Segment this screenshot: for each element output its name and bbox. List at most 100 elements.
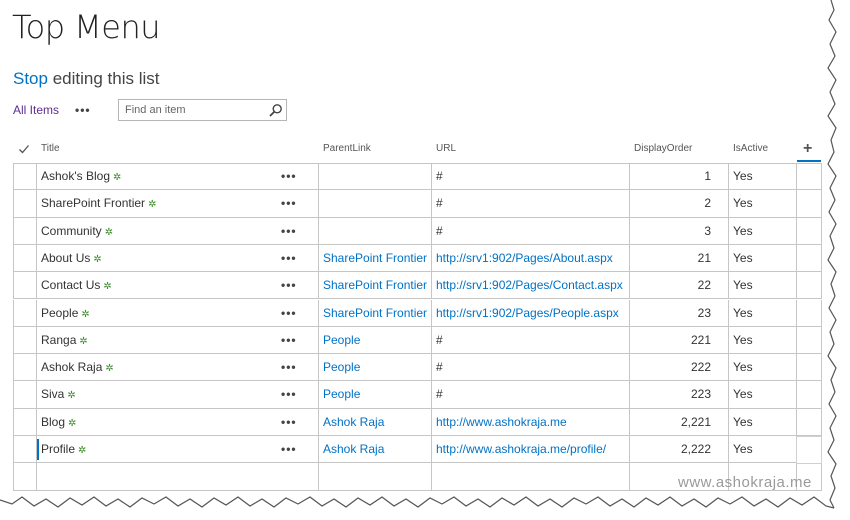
column-header-parent-link[interactable]: ParentLink (323, 137, 371, 163)
add-column-button[interactable]: + (803, 140, 812, 158)
parent-link-value[interactable]: People (323, 360, 360, 374)
search-input[interactable] (119, 100, 264, 120)
column-header-is-active[interactable]: IsActive (733, 137, 768, 163)
row-menu-button[interactable]: ••• (281, 327, 297, 353)
parent-link-cell[interactable]: SharePoint Frontier (319, 272, 432, 300)
view-all-items-link[interactable]: All Items (13, 103, 59, 117)
title-cell[interactable]: Community ✲ ••• (37, 217, 319, 245)
row-select-cell[interactable] (13, 163, 37, 191)
url-cell[interactable] (432, 463, 630, 491)
stop-editing-link[interactable]: Stop (13, 69, 48, 88)
url-value[interactable]: http://srv1:902/Pages/About.aspx (436, 251, 613, 265)
url-cell[interactable]: # (432, 354, 630, 382)
column-header-url[interactable]: URL (436, 137, 456, 163)
column-header-display-order[interactable]: DisplayOrder (634, 137, 692, 163)
row-select-cell[interactable] (13, 463, 37, 491)
url-cell[interactable]: # (432, 217, 630, 245)
parent-link-value[interactable]: Ashok Raja (323, 415, 384, 429)
url-cell[interactable]: # (432, 190, 630, 218)
is-active-cell[interactable]: Yes (729, 299, 797, 327)
parent-link-cell[interactable]: People (319, 381, 432, 409)
is-active-cell[interactable]: Yes (729, 381, 797, 409)
parent-link-cell[interactable]: People (319, 326, 432, 355)
row-menu-button[interactable]: ••• (281, 272, 297, 298)
row-select-cell[interactable] (13, 244, 37, 273)
url-cell[interactable]: # (432, 326, 630, 355)
title-cell[interactable]: Blog ✲ ••• (37, 408, 319, 436)
row-menu-button[interactable]: ••• (281, 300, 297, 326)
display-order-cell[interactable]: 2 (630, 190, 729, 218)
row-menu-button[interactable]: ••• (281, 409, 297, 435)
row-select-cell[interactable] (13, 299, 37, 327)
parent-link-cell[interactable]: SharePoint Frontier (319, 244, 432, 273)
url-value[interactable]: http://www.ashokraja.me/profile/ (436, 442, 606, 456)
title-cell[interactable]: Profile ✲ ••• (37, 436, 319, 464)
url-cell[interactable]: http://www.ashokraja.me (432, 408, 630, 436)
row-menu-button[interactable]: ••• (281, 245, 297, 271)
row-select-cell[interactable] (13, 190, 37, 218)
display-order-cell[interactable]: 2,222 (630, 436, 729, 464)
parent-link-value[interactable]: SharePoint Frontier (323, 306, 427, 320)
title-cell[interactable]: About Us ✲ ••• (37, 244, 319, 273)
title-cell[interactable]: Contact Us ✲ ••• (37, 272, 319, 300)
parent-link-cell[interactable]: People (319, 354, 432, 382)
row-select-cell[interactable] (13, 272, 37, 300)
is-active-cell[interactable]: Yes (729, 217, 797, 245)
row-menu-button[interactable]: ••• (281, 436, 297, 462)
row-menu-button[interactable]: ••• (281, 163, 297, 189)
parent-link-cell[interactable]: Ashok Raja (319, 408, 432, 436)
title-cell[interactable]: Ashok's Blog ✲ ••• (37, 163, 319, 191)
select-all-check-icon[interactable] (18, 143, 30, 155)
row-select-cell[interactable] (13, 381, 37, 409)
display-order-cell[interactable]: 2,221 (630, 408, 729, 436)
parent-link-cell[interactable]: SharePoint Frontier (319, 299, 432, 327)
title-cell[interactable]: People ✲ ••• (37, 299, 319, 327)
display-order-cell[interactable]: 21 (630, 244, 729, 273)
is-active-cell[interactable]: Yes (729, 354, 797, 382)
row-select-cell[interactable] (13, 354, 37, 382)
title-cell[interactable]: Siva ✲ ••• (37, 381, 319, 409)
is-active-cell[interactable]: Yes (729, 272, 797, 300)
display-order-cell[interactable]: 3 (630, 217, 729, 245)
parent-link-cell[interactable] (319, 163, 432, 191)
parent-link-value[interactable]: SharePoint Frontier (323, 251, 427, 265)
is-active-cell[interactable]: Yes (729, 408, 797, 436)
row-menu-button[interactable]: ••• (281, 190, 297, 216)
is-active-cell[interactable]: Yes (729, 436, 797, 464)
parent-link-cell[interactable] (319, 190, 432, 218)
column-header-title[interactable]: Title (41, 137, 60, 163)
title-cell[interactable]: Ashok Raja ✲ ••• (37, 354, 319, 382)
display-order-cell[interactable]: 22 (630, 272, 729, 300)
title-cell[interactable]: SharePoint Frontier ✲ ••• (37, 190, 319, 218)
view-more-button[interactable]: ••• (75, 103, 91, 117)
url-cell[interactable]: http://srv1:902/Pages/People.aspx (432, 299, 630, 327)
display-order-cell[interactable]: 1 (630, 163, 729, 191)
is-active-cell[interactable]: Yes (729, 326, 797, 355)
url-cell[interactable]: http://srv1:902/Pages/Contact.aspx (432, 272, 630, 300)
display-order-cell[interactable]: 221 (630, 326, 729, 355)
row-menu-button[interactable]: ••• (281, 218, 297, 244)
display-order-cell[interactable]: 223 (630, 381, 729, 409)
row-select-cell[interactable] (13, 408, 37, 436)
title-cell[interactable]: Ranga ✲ ••• (37, 326, 319, 355)
parent-link-cell[interactable] (319, 463, 432, 491)
search-icon[interactable] (269, 103, 283, 117)
url-cell[interactable]: # (432, 163, 630, 191)
parent-link-value[interactable]: Ashok Raja (323, 442, 384, 456)
url-cell[interactable]: http://www.ashokraja.me/profile/ (432, 436, 630, 464)
row-menu-button[interactable]: ••• (281, 381, 297, 407)
row-select-cell[interactable] (13, 436, 37, 464)
is-active-cell[interactable]: Yes (729, 163, 797, 191)
parent-link-value[interactable]: People (323, 333, 360, 347)
is-active-cell[interactable]: Yes (729, 190, 797, 218)
row-select-cell[interactable] (13, 217, 37, 245)
parent-link-value[interactable]: SharePoint Frontier (323, 278, 427, 292)
url-cell[interactable]: http://srv1:902/Pages/About.aspx (432, 244, 630, 273)
row-menu-button[interactable]: ••• (281, 354, 297, 380)
url-value[interactable]: http://www.ashokraja.me (436, 415, 567, 429)
title-cell[interactable] (37, 463, 319, 491)
parent-link-value[interactable]: People (323, 387, 360, 401)
url-value[interactable]: http://srv1:902/Pages/People.aspx (436, 306, 619, 320)
display-order-cell[interactable]: 23 (630, 299, 729, 327)
row-select-cell[interactable] (13, 326, 37, 355)
